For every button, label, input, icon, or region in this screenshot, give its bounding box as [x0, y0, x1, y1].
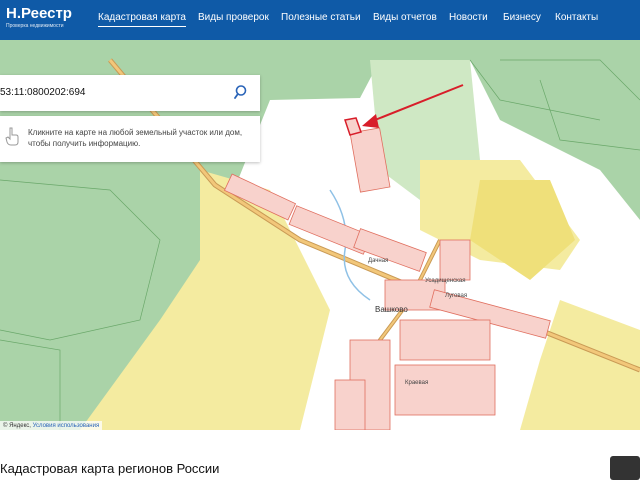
- attribution-copyright: © Яндекс,: [3, 423, 31, 429]
- search-input[interactable]: 53:11:0800202:694: [0, 87, 85, 98]
- terms-link[interactable]: Условия использования: [33, 423, 100, 429]
- street-label-lugovaya: Луговая: [445, 293, 468, 299]
- street-label-usad: Усадищенская: [425, 278, 466, 284]
- nav-item-news[interactable]: Новости: [449, 12, 488, 23]
- map-attribution: © Яндекс, Условия использования: [0, 421, 103, 431]
- nav-item-articles[interactable]: Полезные статьи: [281, 12, 361, 23]
- hint-text: Кликните на карте на любой земельный уча…: [28, 128, 243, 148]
- chat-widget-icon[interactable]: [610, 456, 640, 480]
- logo-title: Н.Реестр: [6, 5, 72, 22]
- search-icon[interactable]: [234, 84, 250, 100]
- nav-item-check-types[interactable]: Виды проверок: [198, 12, 269, 23]
- hint-panel: Кликните на карте на любой земельный уча…: [0, 116, 260, 162]
- hand-pointer-icon: [5, 127, 19, 146]
- nav-item-report-types[interactable]: Виды отчетов: [373, 12, 437, 23]
- nav-item-contacts[interactable]: Контакты: [555, 12, 598, 23]
- section-title: Кадастровая карта регионов России: [0, 461, 220, 476]
- logo-subtitle: Проверка недвижимости: [6, 23, 64, 29]
- street-label-dachnaya: Дачная: [368, 258, 389, 264]
- village-label: Вашково: [375, 305, 408, 314]
- nav-item-business[interactable]: Бизнесу: [503, 12, 541, 23]
- street-label-kraevaya: Краевая: [405, 380, 429, 386]
- nav-item-cadastral-map[interactable]: Кадастровая карта: [98, 12, 186, 27]
- logo[interactable]: Н.Реестр Проверка недвижимости: [6, 6, 72, 30]
- search-panel: 53:11:0800202:694: [0, 75, 260, 111]
- site-header: Н.Реестр Проверка недвижимости Кадастров…: [0, 0, 640, 40]
